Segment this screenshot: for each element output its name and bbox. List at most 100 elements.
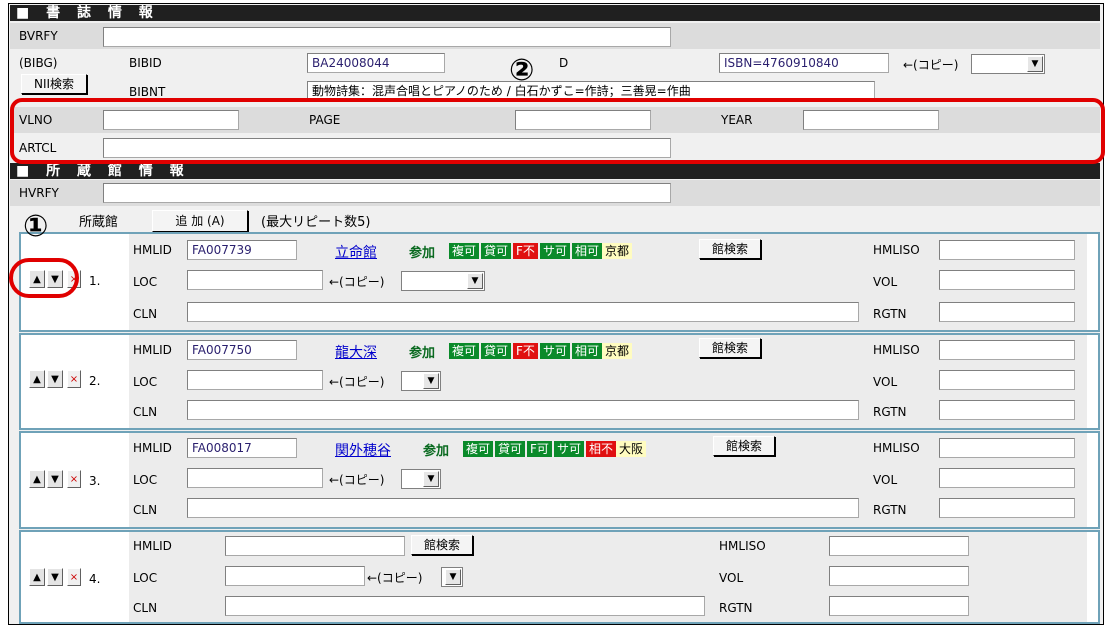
library-search-button[interactable]: 館検索 <box>713 436 775 456</box>
row-number: 4. <box>89 572 101 586</box>
rgtn-input[interactable] <box>939 302 1075 322</box>
hmlid-input[interactable]: FA007750 <box>187 340 297 360</box>
move-up-icon[interactable]: ▲ <box>29 470 45 488</box>
hmlid-input[interactable]: FA007739 <box>187 240 297 260</box>
status-badge: F不 <box>513 243 538 259</box>
bibg-label: (BIBG) <box>19 56 58 70</box>
status-badge: 貸可 <box>495 441 526 457</box>
loc-input[interactable] <box>187 468 323 488</box>
cln-label: CLN <box>133 405 158 419</box>
chevron-down-icon: ▼ <box>445 569 461 585</box>
row-number: 1. <box>89 274 101 288</box>
rgtn-input[interactable] <box>939 498 1075 518</box>
vol-input[interactable] <box>829 566 969 586</box>
loc-input[interactable] <box>187 370 323 390</box>
copy-select[interactable]: ▼ <box>401 469 441 489</box>
hvrfy-input[interactable] <box>103 183 671 203</box>
remove-icon[interactable]: × <box>67 370 81 388</box>
copy-label: ←(コピー) <box>329 375 385 389</box>
move-up-icon[interactable]: ▲ <box>29 370 45 388</box>
library-search-button[interactable]: 館検索 <box>411 535 473 555</box>
annotation-ellipse-1 <box>9 258 79 298</box>
move-down-icon[interactable]: ▼ <box>47 568 63 586</box>
holdings-tab-label[interactable]: 所蔵館 <box>79 213 118 233</box>
remove-icon[interactable]: × <box>67 568 81 586</box>
annotation-box-2 <box>10 98 1105 164</box>
library-name-link[interactable]: 龍大深 <box>335 342 377 362</box>
nii-search-button[interactable]: NII検索 <box>21 74 87 94</box>
rgtn-label: RGTN <box>873 405 907 419</box>
chevron-down-icon: ▼ <box>423 471 439 487</box>
vol-input[interactable] <box>939 468 1075 488</box>
region-badge: 大阪 <box>615 441 646 457</box>
status-badges: 複可 貸可 F不 サ可 相可 京都 <box>449 243 632 259</box>
hvrfy-label: HVRFY <box>19 186 59 200</box>
loc-input[interactable] <box>225 566 365 586</box>
region-badge: 京都 <box>601 243 632 259</box>
copy-select[interactable]: ▼ <box>441 567 463 587</box>
add-button[interactable]: 追 加 (A) <box>152 210 248 232</box>
cln-label: CLN <box>133 601 158 615</box>
cln-input[interactable] <box>187 498 859 518</box>
hmlid-input[interactable] <box>225 536 405 556</box>
hmlid-label: HMLID <box>133 243 172 257</box>
copy-select[interactable]: ▼ <box>401 371 441 391</box>
hmlid-label: HMLID <box>133 539 172 553</box>
bib-section-header: ■ 書 誌 情 報 <box>10 5 1100 21</box>
hmlid-input[interactable]: FA008017 <box>187 438 297 458</box>
cln-input[interactable] <box>225 596 705 616</box>
cln-input[interactable] <box>187 302 859 322</box>
loc-label: LOC <box>133 571 158 585</box>
region-badge: 京都 <box>601 343 632 359</box>
move-up-icon[interactable]: ▲ <box>29 568 45 586</box>
status-badge: F不 <box>513 343 538 359</box>
vol-label: VOL <box>719 571 744 585</box>
hmliso-label: HMLISO <box>719 539 766 553</box>
vol-input[interactable] <box>939 370 1075 390</box>
hmliso-input[interactable] <box>829 536 969 556</box>
isbn-input[interactable]: ISBN=4760910840 <box>719 53 889 73</box>
cln-label: CLN <box>133 503 158 517</box>
status-badge: 複可 <box>449 243 480 259</box>
cln-label: CLN <box>133 307 158 321</box>
rgtn-label: RGTN <box>873 503 907 517</box>
bibid-input[interactable]: BA24008044 <box>307 53 445 73</box>
move-down-icon[interactable]: ▼ <box>47 470 63 488</box>
library-search-button[interactable]: 館検索 <box>699 338 761 358</box>
catalog-form: ■ 書 誌 情 報 BVRFY (BIBG) BIBID BA24008044 … <box>8 3 1105 625</box>
hmliso-input[interactable] <box>939 240 1075 260</box>
library-name-link[interactable]: 関外穂谷 <box>335 440 391 460</box>
status-badges: 複可 貸可 F不 サ可 相可 京都 <box>449 343 632 359</box>
status-badge: 貸可 <box>481 243 512 259</box>
copy-label: ←(コピー) <box>329 275 385 289</box>
move-down-icon[interactable]: ▼ <box>47 370 63 388</box>
hmliso-label: HMLISO <box>873 441 920 455</box>
rgtn-label: RGTN <box>873 307 907 321</box>
rgtn-input[interactable] <box>829 596 969 616</box>
rgtn-input[interactable] <box>939 400 1075 420</box>
status-badge: サ可 <box>553 441 584 457</box>
library-search-button[interactable]: 館検索 <box>699 239 761 259</box>
hmliso-input[interactable] <box>939 340 1075 360</box>
vol-label: VOL <box>873 375 898 389</box>
loc-input[interactable] <box>187 270 323 290</box>
cln-input[interactable] <box>187 400 859 420</box>
copy-select-isbn[interactable]: ▼ <box>971 54 1045 74</box>
loc-label: LOC <box>133 275 158 289</box>
status-badge: 相可 <box>571 243 602 259</box>
hmliso-input[interactable] <box>939 438 1075 458</box>
bvrfy-input[interactable] <box>103 27 671 47</box>
copy-select[interactable]: ▼ <box>401 271 485 291</box>
annotation-number-2: ② <box>509 53 535 88</box>
status-badge: 貸可 <box>481 343 512 359</box>
rgtn-label: RGTN <box>719 601 753 615</box>
status-badge: サ可 <box>539 343 570 359</box>
library-name-link[interactable]: 立命館 <box>335 242 377 262</box>
remove-icon[interactable]: × <box>67 470 81 488</box>
chevron-down-icon: ▼ <box>423 373 439 389</box>
join-label: 参加 <box>423 444 450 459</box>
bvrfy-label: BVRFY <box>19 29 58 43</box>
loc-label: LOC <box>133 473 158 487</box>
vol-input[interactable] <box>939 270 1075 290</box>
row-number: 2. <box>89 374 101 388</box>
